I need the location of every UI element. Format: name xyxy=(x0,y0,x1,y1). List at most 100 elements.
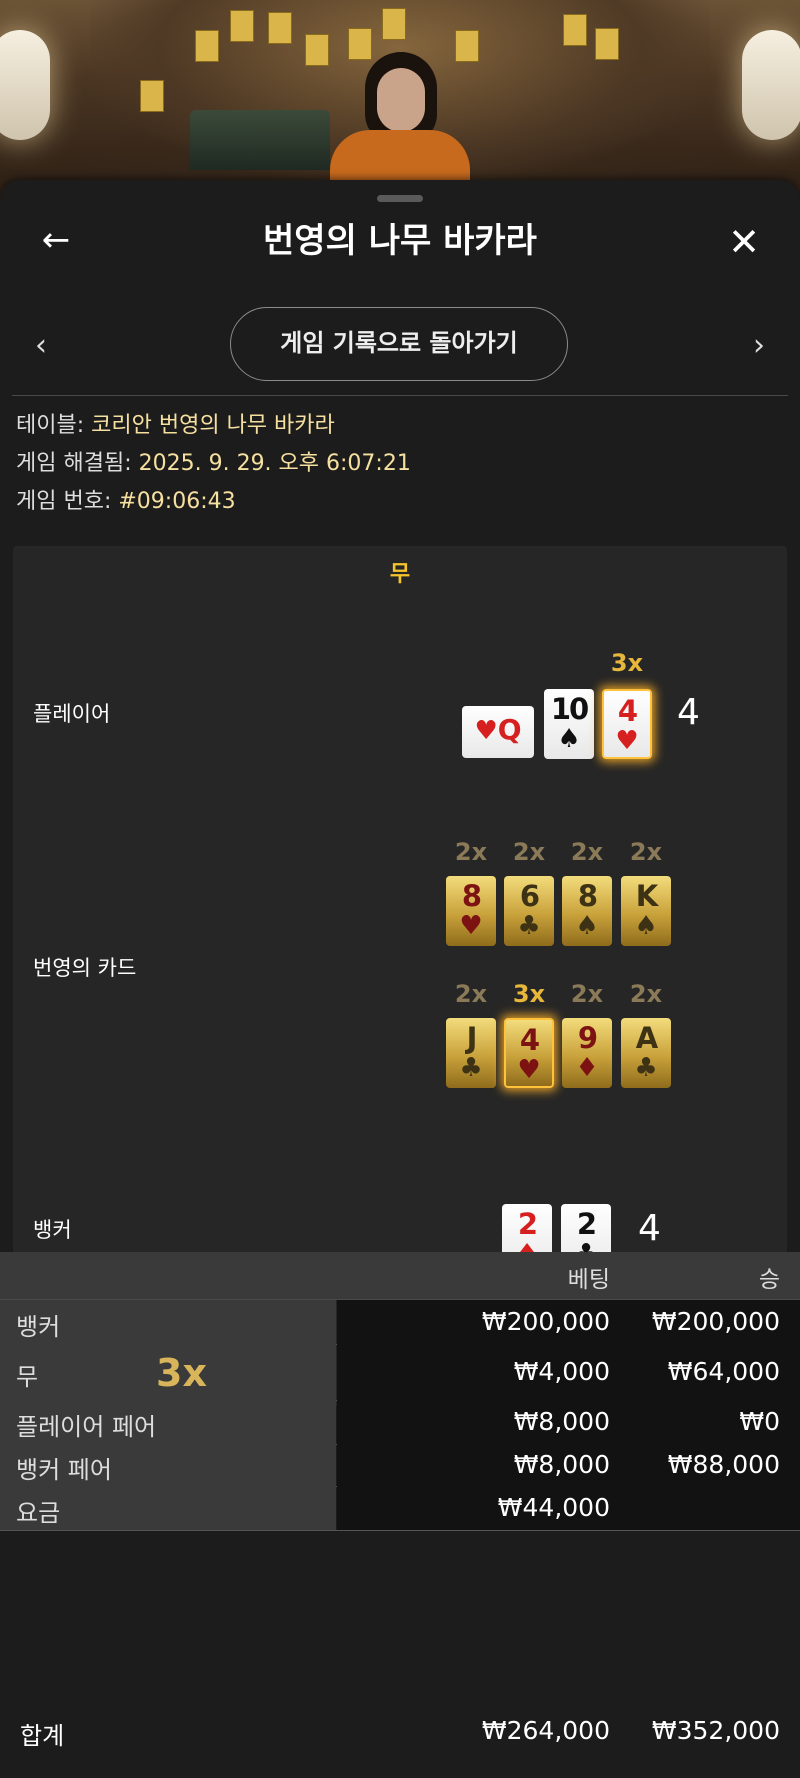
total-bet: ₩264,000 xyxy=(481,1716,610,1745)
sheet-grabber[interactable] xyxy=(377,195,423,202)
card-suit-icon: ♣ xyxy=(459,1053,483,1083)
outcome-label: 무 xyxy=(389,562,411,587)
tie-multiplier: 3x xyxy=(156,1351,207,1395)
multiplier-badge: 3x xyxy=(512,980,546,1008)
resolved-value: 2025. 9. 29. 오후 6:07:21 xyxy=(138,451,411,476)
bet-amount: ₩8,000 xyxy=(513,1450,610,1479)
table-row: 플레이어 페어 ₩8,000 ₩0 xyxy=(0,1400,800,1445)
playing-card: K ♠ xyxy=(621,876,671,946)
resolved-info: 게임 해결됨: 2025. 9. 29. 오후 6:07:21 xyxy=(16,449,411,479)
playing-card: 9 ♦ xyxy=(562,1018,612,1088)
bet-amount: ₩44,000 xyxy=(497,1493,610,1522)
bet-type-label: 뱅커 페어 xyxy=(16,1456,112,1484)
playing-card: 4 ♥ xyxy=(504,1018,554,1088)
multiplier-badge: 2x xyxy=(512,838,546,866)
next-game-chevron-icon[interactable]: › xyxy=(744,326,774,366)
bet-column-header: 베팅 xyxy=(567,1267,610,1293)
previous-game-chevron-icon[interactable]: ‹ xyxy=(26,326,56,366)
hanging-tag xyxy=(268,12,292,44)
back-arrow-icon[interactable]: ← xyxy=(36,220,76,260)
card-rank: 8 xyxy=(577,879,598,913)
card-suit-icon: ♠ xyxy=(557,724,581,754)
banker-total: 4 xyxy=(638,1208,661,1249)
divider xyxy=(12,395,788,396)
bet-type-label: 요금 xyxy=(16,1499,61,1527)
table-row: 무 3x ₩4,000 ₩64,000 xyxy=(0,1344,800,1401)
prosperity-label: 번영의 카드 xyxy=(33,956,137,980)
card-suit-icon: ♦ xyxy=(575,1053,599,1083)
bet-amount: ₩200,000 xyxy=(481,1307,610,1336)
card-suit-icon: ♥ xyxy=(615,726,639,756)
hanging-tag xyxy=(230,10,254,42)
game-number-value: #09:06:43 xyxy=(118,489,236,514)
multiplier-badge: 2x xyxy=(629,838,663,866)
hanging-tag xyxy=(563,14,587,46)
playing-card: ♥Q xyxy=(462,706,534,758)
dealer-face xyxy=(377,68,425,132)
table-row: 뱅커 ₩200,000 ₩200,000 xyxy=(0,1300,800,1345)
multiplier-badge: 2x xyxy=(570,980,604,1008)
total-win: ₩352,000 xyxy=(651,1716,780,1745)
hanging-tag xyxy=(455,30,479,62)
resolved-label: 게임 해결됨: xyxy=(16,451,132,476)
playing-card: 4 ♥ xyxy=(602,689,652,759)
playing-card: 8 ♥ xyxy=(446,876,496,946)
card-rank: 9 xyxy=(577,1021,598,1055)
multiplier-badge: 2x xyxy=(570,838,604,866)
win-amount: ₩64,000 xyxy=(667,1357,780,1386)
back-to-history-button[interactable]: 게임 기록으로 돌아가기 xyxy=(230,307,568,381)
bet-type-label: 플레이어 페어 xyxy=(16,1413,157,1441)
card-rank: J xyxy=(466,1021,478,1055)
table-row: 뱅커 페어 ₩8,000 ₩88,000 xyxy=(0,1444,800,1487)
card-rank: 2 xyxy=(517,1207,538,1241)
card-suit-icon: ♣ xyxy=(517,911,541,941)
player-label: 플레이어 xyxy=(33,702,111,726)
hanging-tag xyxy=(348,28,372,60)
live-video-backdrop xyxy=(0,0,800,200)
table-info: 테이블: 코리안 번영의 나무 바카라 xyxy=(16,411,335,441)
win-amount: ₩200,000 xyxy=(651,1307,780,1336)
table-value: 코리안 번영의 나무 바카라 xyxy=(91,413,335,438)
card-suit-icon: ♣ xyxy=(634,1053,658,1083)
game-detail-sheet: ← 번영의 나무 바카라 ✕ ‹ 게임 기록으로 돌아가기 › 테이블: 코리안… xyxy=(0,180,800,1778)
table-label: 테이블: xyxy=(16,413,85,438)
multiplier-badge: 2x xyxy=(454,838,488,866)
lantern-decoration xyxy=(0,30,50,140)
close-icon[interactable]: ✕ xyxy=(722,220,766,264)
multiplier-badge: 2x xyxy=(454,980,488,1008)
total-label: 합계 xyxy=(20,1722,65,1750)
game-number-info: 게임 번호: #09:06:43 xyxy=(16,487,236,517)
card-rank: 8 xyxy=(461,879,482,913)
hanging-tag xyxy=(195,30,219,62)
card-rank: 6 xyxy=(519,879,540,913)
card-rank: A xyxy=(635,1021,658,1055)
page-title: 번영의 나무 바카라 xyxy=(263,221,537,261)
playing-card: 6 ♣ xyxy=(504,876,554,946)
card-suit-icon: ♥ xyxy=(517,1055,541,1085)
card-suit-icon: ♠ xyxy=(634,911,658,941)
playing-card: J ♣ xyxy=(446,1018,496,1088)
total-row: 합계 ₩264,000 ₩352,000 xyxy=(0,1702,800,1762)
hanging-tag xyxy=(382,8,406,40)
card-rank: 4 xyxy=(617,694,638,728)
card-rank: Q xyxy=(497,713,522,746)
card-suit-icon: ♥ xyxy=(474,716,498,746)
hanging-tag xyxy=(305,34,329,66)
bet-amount: ₩8,000 xyxy=(513,1407,610,1436)
hanging-tag xyxy=(140,80,164,112)
pagoda-decoration xyxy=(190,110,330,170)
card-suit-icon: ♠ xyxy=(575,911,599,941)
bet-type-label: 뱅커 xyxy=(16,1313,61,1341)
card-rank: 2 xyxy=(576,1207,597,1241)
playing-card: A ♣ xyxy=(621,1018,671,1088)
card-rank: 10 xyxy=(550,692,589,726)
player-total: 4 xyxy=(677,692,700,733)
bets-table-header: 베팅 승 xyxy=(0,1252,800,1300)
table-row: 요금 ₩44,000 xyxy=(0,1486,800,1531)
banker-label: 뱅커 xyxy=(33,1218,72,1242)
game-number-label: 게임 번호: xyxy=(16,489,112,514)
card-suit-icon: ♥ xyxy=(459,911,483,941)
bet-type-label: 무 xyxy=(16,1363,39,1391)
bet-amount: ₩4,000 xyxy=(513,1357,610,1386)
playing-card: 8 ♠ xyxy=(562,876,612,946)
